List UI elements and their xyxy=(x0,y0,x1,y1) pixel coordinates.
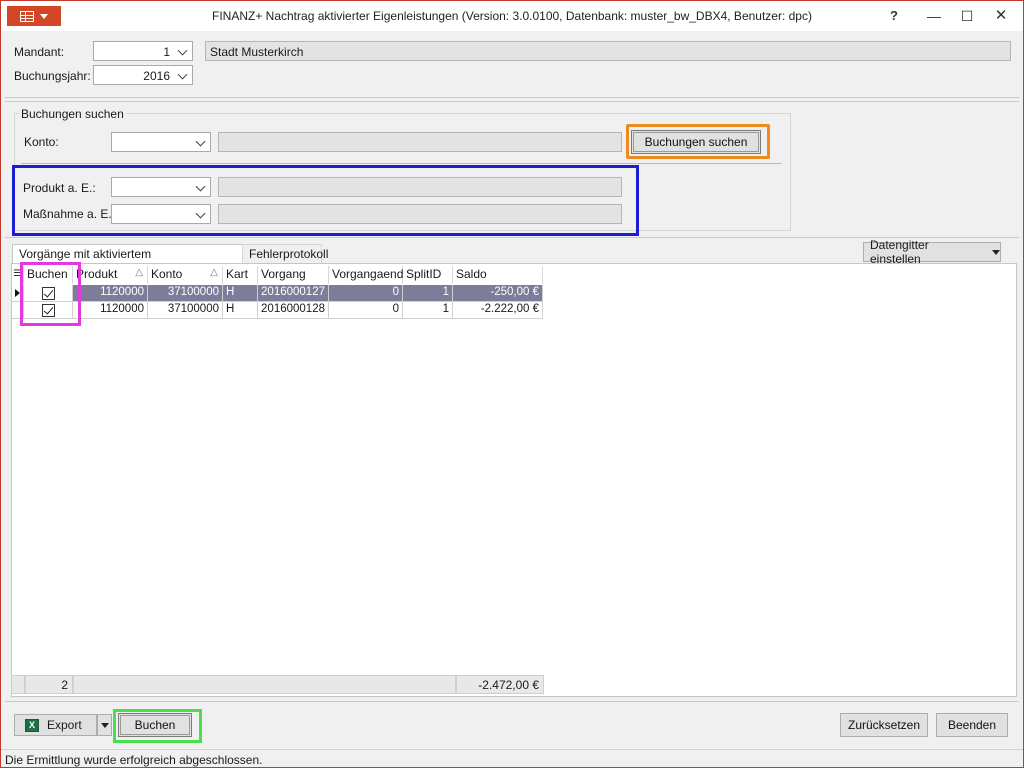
chevron-down-icon xyxy=(100,722,109,728)
buchen-checkbox[interactable] xyxy=(41,303,55,317)
status-bar: Die Ermittlung wurde erfolgreich abgesch… xyxy=(1,749,1023,767)
vorgangaend-cell: 0 xyxy=(329,302,403,319)
table-row[interactable]: 1120000 37100000 H 2016000127 0 1 -250,0… xyxy=(12,285,543,302)
column-header-kart[interactable]: Kart xyxy=(223,266,258,284)
table-row[interactable]: 1120000 37100000 H 2016000128 0 1 -2.222… xyxy=(12,302,543,319)
grid-summary-row: 2 -2.472,00 € xyxy=(11,675,544,694)
summary-spacer xyxy=(73,675,456,694)
column-header-buchen[interactable]: Buchen xyxy=(24,266,73,284)
vorgang-cell: 2016000128 xyxy=(258,302,329,319)
massnahme-combo[interactable] xyxy=(111,204,211,224)
column-header-produkt-label: Produkt xyxy=(76,267,118,281)
chevron-down-icon[interactable] xyxy=(179,71,187,79)
chevron-down-icon[interactable] xyxy=(197,138,205,146)
chevron-down-icon xyxy=(992,249,1000,255)
kart-cell: H xyxy=(223,285,258,302)
divider xyxy=(21,163,782,164)
sort-asc-icon: △ xyxy=(210,267,218,278)
massnahme-label: Maßnahme a. E.: xyxy=(23,207,116,221)
mandant-label: Mandant: xyxy=(14,45,65,59)
konto-cell: 37100000 xyxy=(148,302,223,319)
produkt-cell: 1120000 xyxy=(73,285,148,302)
konto-cell: 37100000 xyxy=(148,285,223,302)
divider xyxy=(5,101,1019,102)
splitid-cell: 1 xyxy=(403,285,453,302)
maximize-button[interactable]: ☐ xyxy=(952,5,982,27)
column-header-vorgangaend[interactable]: Vorgangaend xyxy=(329,266,403,284)
title-bar: FINANZ+ Nachtrag aktivierter Eigenleistu… xyxy=(1,1,1023,31)
saldo-cell: -250,00 € xyxy=(453,285,543,302)
buchungsjahr-combo[interactable]: 2016 xyxy=(93,65,193,85)
kart-cell: H xyxy=(223,302,258,319)
massnahme-desc-field xyxy=(218,204,622,224)
konto-combo[interactable] xyxy=(111,132,211,152)
export-dropdown-button[interactable] xyxy=(97,714,112,736)
column-header-konto-label: Konto xyxy=(151,267,183,281)
vorgang-cell: 2016000127 xyxy=(258,285,329,302)
produkt-combo[interactable] xyxy=(111,177,211,197)
current-row-icon xyxy=(15,289,20,297)
sort-asc-icon: △ xyxy=(135,267,143,278)
close-button[interactable]: ✕ xyxy=(986,5,1016,27)
reset-button[interactable]: Zurücksetzen xyxy=(840,713,928,737)
chevron-down-icon[interactable] xyxy=(179,47,187,55)
search-group-title: Buchungen suchen xyxy=(19,107,126,121)
excel-icon: X xyxy=(25,718,39,732)
help-button[interactable]: ? xyxy=(879,5,909,27)
row-indicator xyxy=(12,302,24,319)
column-header-saldo[interactable]: Saldo xyxy=(453,266,543,284)
mandant-value: 1 xyxy=(163,45,170,59)
tab-vorgaenge[interactable]: Vorgänge mit aktiviertem Eigenleistungsk… xyxy=(12,244,243,275)
export-button[interactable]: X Export xyxy=(14,714,97,736)
saldo-cell: -2.222,00 € xyxy=(453,302,543,319)
mandant-name-field: Stadt Musterkirch xyxy=(205,41,1011,61)
minimize-button[interactable]: — xyxy=(919,5,949,27)
grid-header: ☰ Buchen Produkt △ Konto △ Kart Vorgang Vo… xyxy=(12,266,543,284)
konto-desc-field xyxy=(218,132,622,152)
produkt-cell: 1120000 xyxy=(73,302,148,319)
mandant-combo[interactable]: 1 xyxy=(93,41,193,61)
divider xyxy=(5,701,1019,702)
produkt-label: Produkt a. E.: xyxy=(23,181,96,195)
konto-label: Konto: xyxy=(24,135,59,149)
grid-settings-label: Datengitter einstellen xyxy=(870,238,929,266)
main-window: FINANZ+ Nachtrag aktivierter Eigenleistu… xyxy=(0,0,1024,768)
column-chooser-icon[interactable]: ☰ xyxy=(12,266,24,284)
tab-fehlerprotokoll[interactable]: Fehlerprotokoll xyxy=(242,244,328,263)
column-header-splitid[interactable]: SplitID xyxy=(403,266,453,284)
chevron-down-icon[interactable] xyxy=(197,210,205,218)
chevron-down-icon[interactable] xyxy=(197,183,205,191)
buchen-cell[interactable] xyxy=(24,302,73,319)
vorgangaend-cell: 0 xyxy=(329,285,403,302)
buchungsjahr-value: 2016 xyxy=(143,69,170,83)
column-header-konto[interactable]: Konto △ xyxy=(148,266,223,284)
buchungsjahr-label: Buchungsjahr: xyxy=(14,69,91,83)
export-label: Export xyxy=(47,718,82,732)
produkt-desc-field xyxy=(218,177,622,197)
buchen-button[interactable]: Buchen xyxy=(118,713,192,737)
column-header-produkt[interactable]: Produkt △ xyxy=(73,266,148,284)
grid-settings-button[interactable]: Datengitter einstellen xyxy=(863,238,1001,266)
search-bookings-button[interactable]: Buchungen suchen xyxy=(631,130,761,154)
divider xyxy=(5,97,1019,98)
column-header-vorgang[interactable]: Vorgang xyxy=(258,266,329,284)
divider xyxy=(5,237,1019,238)
summary-spacer xyxy=(11,675,25,694)
buchen-checkbox[interactable] xyxy=(41,286,55,300)
summary-count: 2 xyxy=(25,675,73,694)
window-title: FINANZ+ Nachtrag aktivierter Eigenleistu… xyxy=(212,9,812,23)
data-grid[interactable] xyxy=(11,263,1017,697)
row-indicator xyxy=(12,285,24,302)
summary-saldo: -2.472,00 € xyxy=(456,675,544,694)
splitid-cell: 1 xyxy=(403,302,453,319)
buchen-cell[interactable] xyxy=(24,285,73,302)
exit-button[interactable]: Beenden xyxy=(936,713,1008,737)
